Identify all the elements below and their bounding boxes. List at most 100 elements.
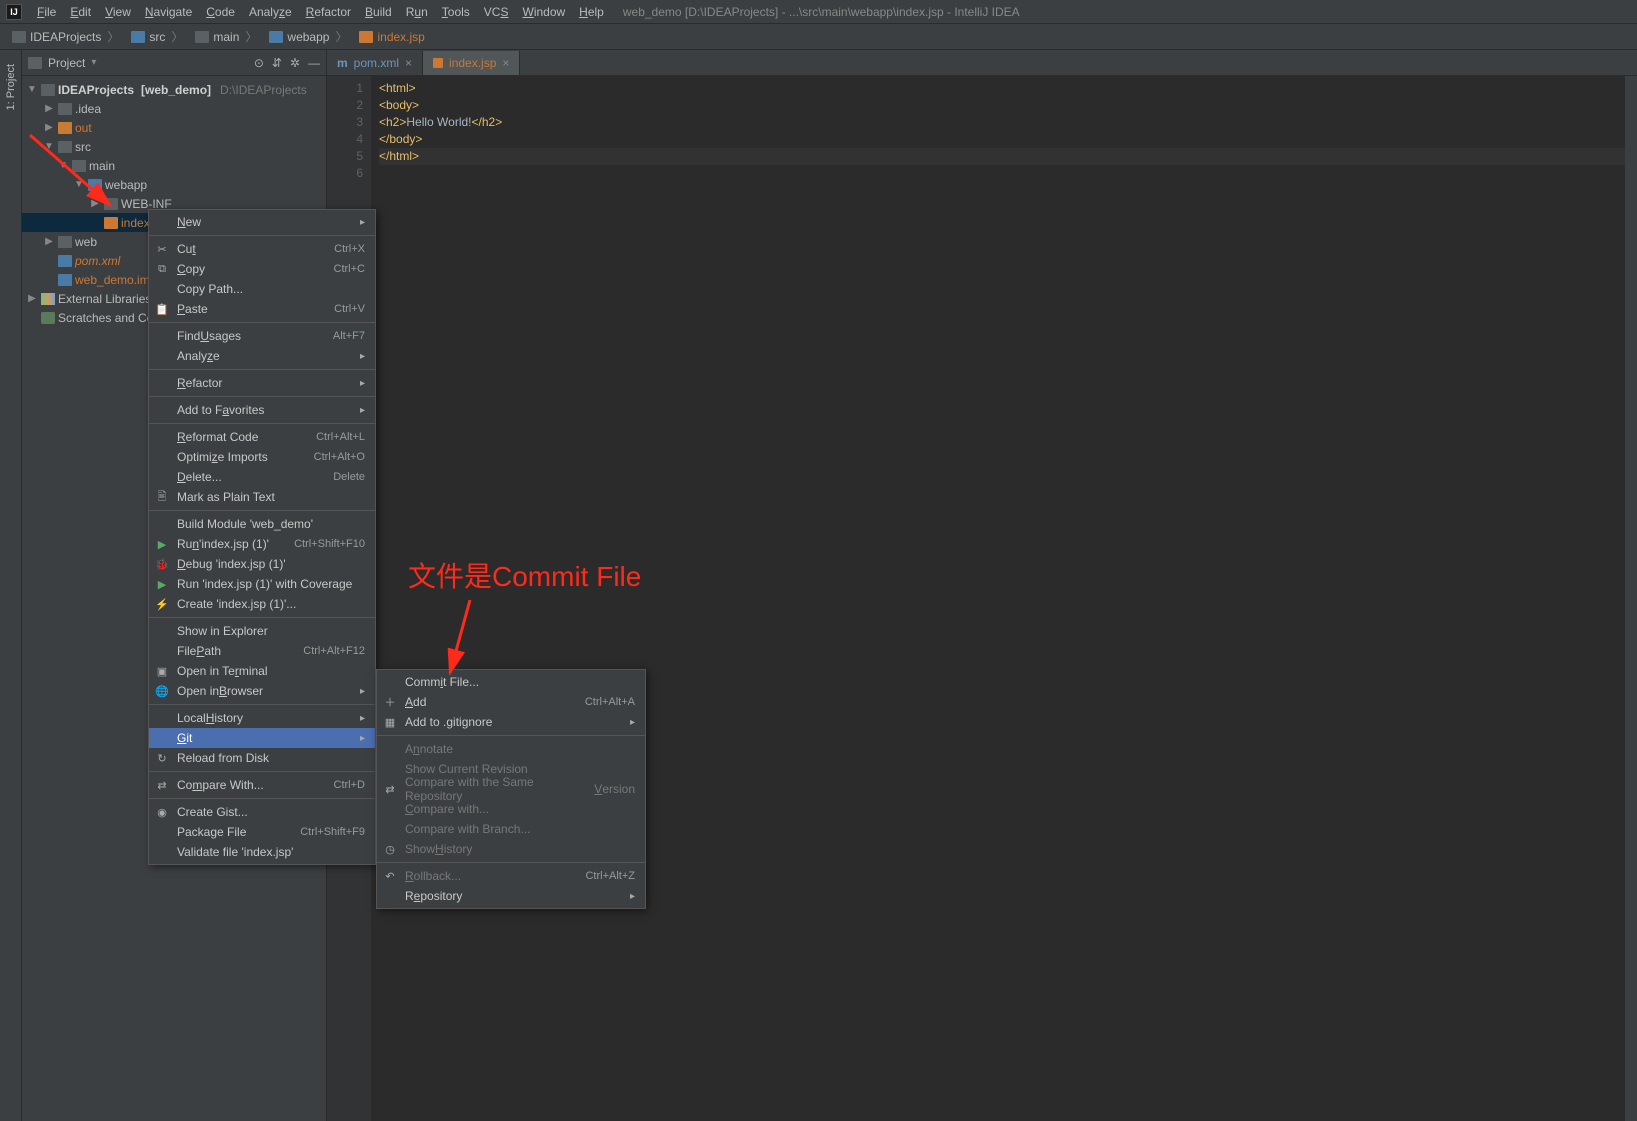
git-add-gitignore[interactable]: ▦Add to .gitignore▸ [377,712,645,732]
ctx-debug[interactable]: 🐞Debug 'index.jsp (1)' [149,554,375,574]
sidebar-header: Project ▾ ⊙ ⇵ ✲ — [22,50,326,76]
git-submenu: Commit File... ＋AddCtrl+Alt+A ▦Add to .g… [376,669,646,909]
run-icon: ▶ [155,537,169,551]
breadcrumb-main[interactable]: main〉 [191,28,263,45]
tab-index[interactable]: index.jsp× [423,51,520,75]
folder-icon [131,31,145,43]
ctx-create-run[interactable]: ⚡Create 'index.jsp (1)'... [149,594,375,614]
reload-icon: ↻ [155,751,169,765]
menu-build[interactable]: Build [358,5,399,19]
hide-icon[interactable]: — [308,56,320,70]
tree-out[interactable]: ▶out [22,118,326,137]
breadcrumb-root[interactable]: IDEAProjects〉 [8,28,125,45]
cut-icon: ✂ [155,242,169,256]
ctx-coverage[interactable]: ▶Run 'index.jsp (1)' with Coverage [149,574,375,594]
menu-code[interactable]: Code [199,5,242,19]
breadcrumb-src[interactable]: src〉 [127,28,189,45]
close-icon[interactable]: × [502,56,509,70]
ctx-terminal[interactable]: ▣Open in Terminal [149,661,375,681]
ctx-git[interactable]: Git▸ [149,728,375,748]
locate-icon[interactable]: ⊙ [254,56,264,70]
folder-icon [58,141,72,153]
ctx-validate[interactable]: Validate file 'index.jsp' [149,842,375,862]
ctx-build-module[interactable]: Build Module 'web_demo' [149,514,375,534]
left-tool-gutter: 1: Project [0,50,22,1121]
ctx-local-history[interactable]: Local History▸ [149,708,375,728]
close-icon[interactable]: × [405,56,412,70]
text-file-icon: 🖹 [155,490,169,504]
tree-src[interactable]: ▼src [22,137,326,156]
menu-analyze[interactable]: Analyze [242,5,299,19]
compare-icon: ⇄ [155,778,169,792]
window-title: web_demo [D:\IDEAProjects] - ...\src\mai… [623,5,1020,19]
ctx-copy[interactable]: ⧉CopyCtrl+C [149,259,375,279]
menu-file[interactable]: File [30,5,63,19]
menu-edit[interactable]: Edit [63,5,98,19]
folder-icon [12,31,26,43]
folder-icon [58,103,72,115]
tool-tab-project[interactable]: 1: Project [3,56,19,118]
tab-pom[interactable]: mpom.xml× [327,51,423,75]
collapse-icon[interactable]: ⇵ [272,56,282,70]
ctx-optimize[interactable]: Optimize ImportsCtrl+Alt+O [149,447,375,467]
folder-icon [72,160,86,172]
tree-webapp[interactable]: ▼webapp [22,175,326,194]
globe-icon: 🌐 [155,684,169,698]
ctx-file-path[interactable]: File PathCtrl+Alt+F12 [149,641,375,661]
git-commit-file[interactable]: Commit File... [377,672,645,692]
git-repository[interactable]: Repository▸ [377,886,645,906]
ctx-run[interactable]: ▶Run 'index.jsp (1)'Ctrl+Shift+F10 [149,534,375,554]
breadcrumb-webapp[interactable]: webapp〉 [265,28,353,45]
editor-tabs: mpom.xml× index.jsp× [327,50,1637,76]
menu-window[interactable]: Window [515,5,572,19]
menu-tools[interactable]: Tools [435,5,477,19]
ctx-reformat[interactable]: Reformat CodeCtrl+Alt+L [149,427,375,447]
git-compare-with: Compare with... [377,799,645,819]
debug-icon: 🐞 [155,557,169,571]
context-menu: New▸ ✂CutCtrl+X ⧉CopyCtrl+C Copy Path...… [148,209,376,865]
github-icon: ◉ [155,805,169,819]
jsp-file-icon [104,217,118,229]
project-icon [28,57,42,69]
ctx-copy-path[interactable]: Copy Path... [149,279,375,299]
menu-vcs[interactable]: VCS [477,5,516,19]
scratches-icon [41,312,55,324]
menu-refactor[interactable]: Refactor [299,5,358,19]
plus-icon: ＋ [383,695,397,709]
compare-icon: ⇄ [383,782,397,796]
ctx-analyze[interactable]: Analyze▸ [149,346,375,366]
menu-view[interactable]: View [98,5,138,19]
ctx-mark-plain[interactable]: 🖹Mark as Plain Text [149,487,375,507]
dropdown-icon[interactable]: ▾ [91,57,96,68]
ctx-reload[interactable]: ↻Reload from Disk [149,748,375,768]
git-add[interactable]: ＋AddCtrl+Alt+A [377,692,645,712]
ctx-refactor[interactable]: Refactor▸ [149,373,375,393]
tree-idea[interactable]: ▶.idea [22,99,326,118]
menu-navigate[interactable]: Navigate [138,5,199,19]
paste-icon: 📋 [155,302,169,316]
ctx-package[interactable]: Package FileCtrl+Shift+F9 [149,822,375,842]
git-compare-repo: ⇄Compare with the Same Repository Versio… [377,779,645,799]
file-icon: ▦ [383,715,397,729]
ctx-find-usages[interactable]: Find UsagesAlt+F7 [149,326,375,346]
ctx-show-explorer[interactable]: Show in Explorer [149,621,375,641]
xml-file-icon [58,255,72,267]
tree-root[interactable]: ▼IDEAProjects[web_demo]D:\IDEAProjects [22,80,326,99]
ctx-browser[interactable]: 🌐Open in Browser▸ [149,681,375,701]
folder-icon [88,179,102,191]
ctx-compare[interactable]: ⇄Compare With...Ctrl+D [149,775,375,795]
settings-icon[interactable]: ✲ [290,56,300,70]
menu-help[interactable]: Help [572,5,611,19]
folder-icon [104,198,118,210]
code-editor[interactable]: <html> <body> <h2>Hello World!</h2> </bo… [371,76,1625,1121]
ctx-cut[interactable]: ✂CutCtrl+X [149,239,375,259]
ctx-gist[interactable]: ◉Create Gist... [149,802,375,822]
menu-run[interactable]: Run [399,5,435,19]
tree-main[interactable]: ▼main [22,156,326,175]
ctx-paste[interactable]: 📋PasteCtrl+V [149,299,375,319]
file-icon [58,274,72,286]
breadcrumb-file[interactable]: index.jsp [355,30,428,44]
ctx-favorites[interactable]: Add to Favorites▸ [149,400,375,420]
ctx-new[interactable]: New▸ [149,212,375,232]
ctx-delete[interactable]: Delete...Delete [149,467,375,487]
